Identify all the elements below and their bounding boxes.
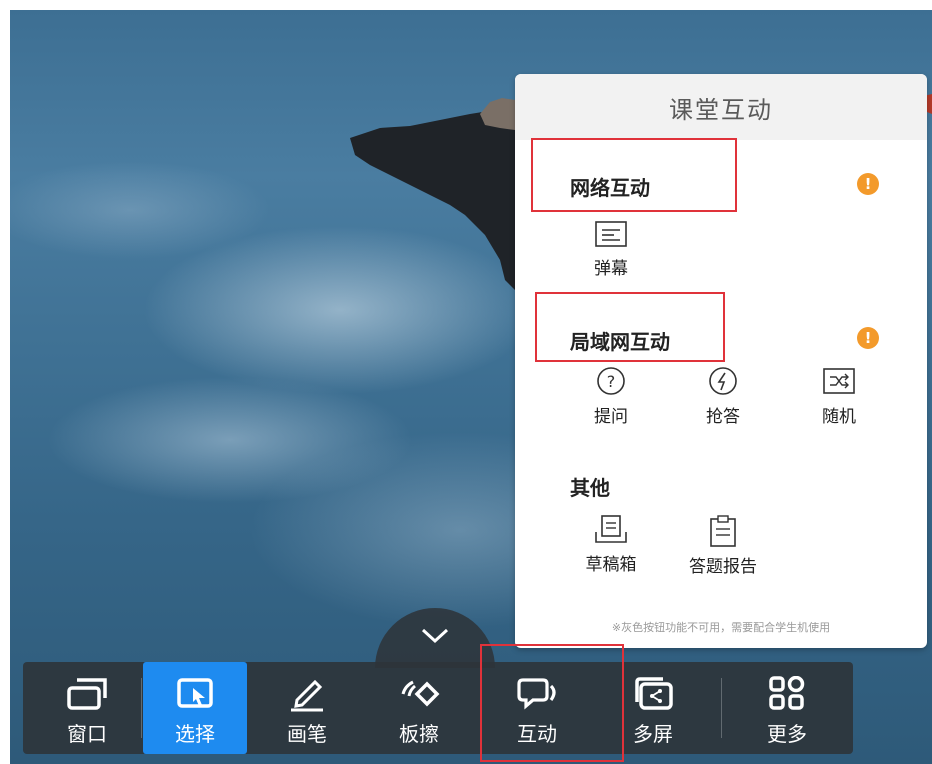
- tool-label: 随机: [822, 407, 856, 427]
- more-grid-icon: [769, 676, 805, 710]
- shuffle-icon: [823, 368, 855, 394]
- highlight-box-network: [531, 138, 737, 212]
- toolbar-select-button[interactable]: 选择: [143, 662, 247, 754]
- toolbar-label: 窗口: [67, 722, 107, 746]
- warning-icon-lan[interactable]: !: [857, 327, 879, 349]
- toolbar-window-button[interactable]: 窗口: [35, 662, 139, 754]
- tool-label: 草稿箱: [585, 555, 637, 575]
- highlight-box-lan: [535, 292, 725, 362]
- toolbar-label: 板擦: [399, 722, 439, 746]
- availability-note: ※灰色按钮功能不可用，需要配合学生机使用: [611, 621, 831, 634]
- eraser-icon: [401, 680, 440, 707]
- window-icon: [67, 678, 107, 710]
- tool-label: 提问: [594, 407, 628, 427]
- tool-label: 答题报告: [689, 557, 757, 577]
- tool-label: 弹幕: [594, 259, 628, 279]
- quick-answer-icon: [709, 367, 737, 395]
- toolbar-divider: [721, 678, 722, 738]
- panel-header: 课堂互动: [515, 74, 927, 140]
- tool-answer-report[interactable]: 答题报告: [683, 514, 763, 577]
- tool-danmaku[interactable]: 弹幕: [571, 220, 651, 279]
- toolbar-pen-button[interactable]: 画笔: [255, 662, 359, 754]
- answer-report-icon: [710, 515, 736, 547]
- screen: 课堂互动 网络互动 ! 弹幕 局域网互动 ! ? 提问 抢答 随机 其他 草稿箱…: [10, 10, 932, 764]
- tool-label: 抢答: [706, 407, 740, 427]
- question-icon: ?: [597, 367, 625, 395]
- classroom-interaction-panel: 课堂互动 网络互动 ! 弹幕 局域网互动 ! ? 提问 抢答 随机 其他 草稿箱…: [515, 74, 927, 648]
- toolbar-label: 画笔: [287, 722, 327, 746]
- toolbar-more-button[interactable]: 更多: [735, 662, 839, 754]
- highlight-box-interaction: [480, 644, 624, 762]
- pen-icon: [291, 679, 323, 712]
- toolbar-label: 选择: [175, 722, 215, 746]
- danmaku-icon: [595, 221, 627, 247]
- tool-shuffle[interactable]: 随机: [799, 366, 879, 427]
- tool-drafts[interactable]: 草稿箱: [571, 514, 651, 575]
- section-title-other: 其他: [570, 476, 610, 500]
- toolbar-divider: [141, 678, 142, 738]
- tool-question[interactable]: ? 提问: [571, 366, 651, 427]
- select-cursor-icon: [177, 678, 213, 708]
- chevron-down-icon: [421, 628, 449, 644]
- warning-icon-network[interactable]: !: [857, 173, 879, 195]
- bottom-toolbar: 窗口 选择 画笔 板擦 互动 多屏 更多: [23, 662, 853, 754]
- tool-quick-answer[interactable]: 抢答: [683, 366, 763, 427]
- toolbar-label: 更多: [767, 722, 807, 746]
- collapse-toolbar-button[interactable]: [375, 608, 495, 668]
- toolbar-label: 多屏: [633, 722, 673, 746]
- multi-screen-icon: [635, 677, 673, 710]
- toolbar-eraser-button[interactable]: 板擦: [367, 662, 471, 754]
- svg-text:?: ?: [607, 372, 616, 391]
- drafts-icon: [595, 515, 627, 543]
- panel-title: 课堂互动: [669, 95, 773, 124]
